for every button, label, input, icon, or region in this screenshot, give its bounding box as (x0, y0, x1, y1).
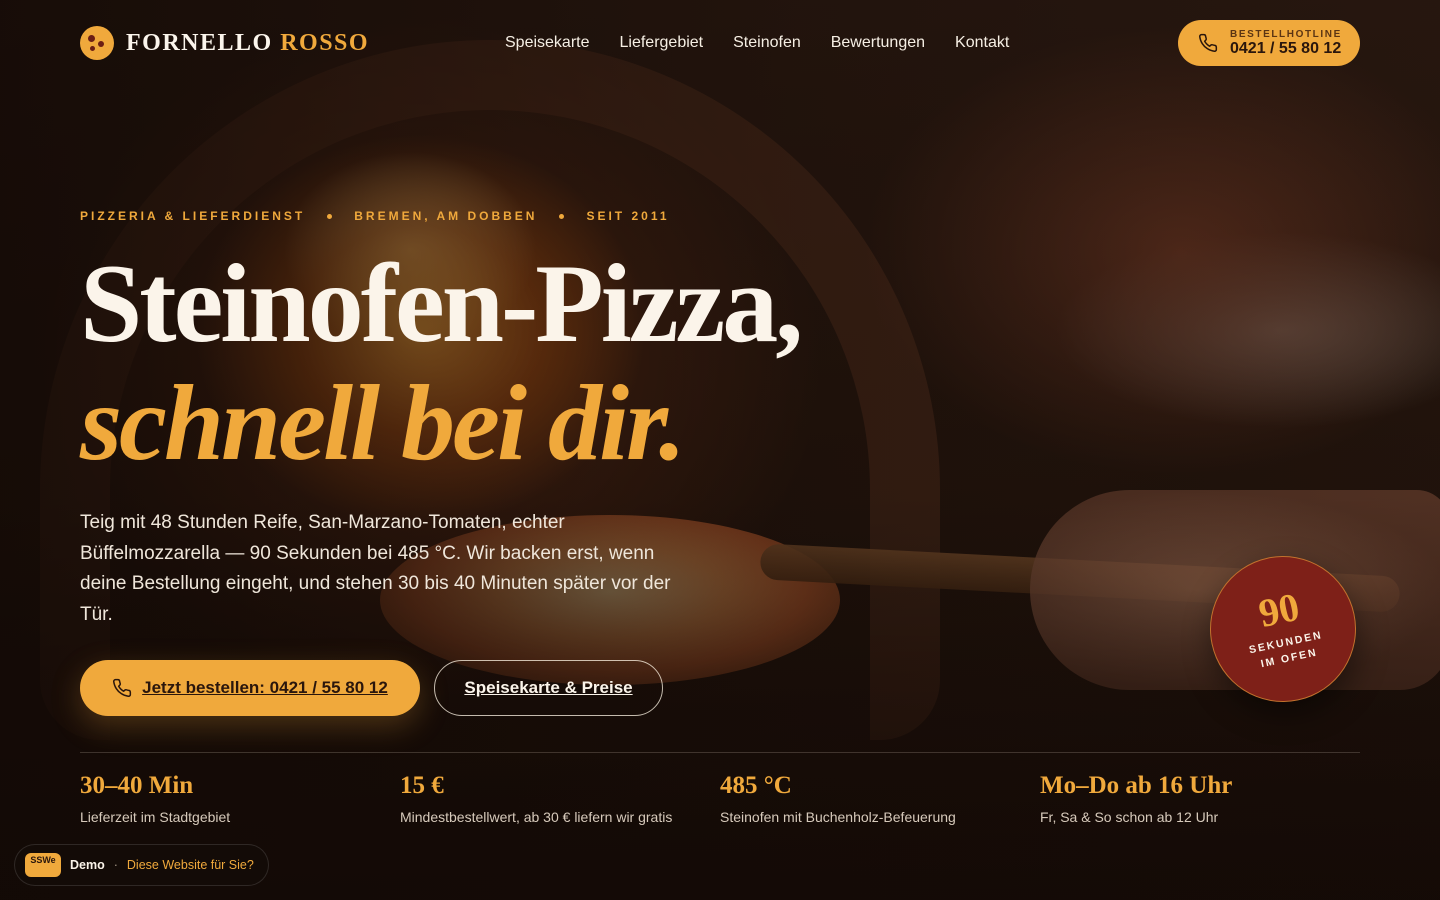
main-nav: Speisekarte Liefergebiet Steinofen Bewer… (505, 34, 1009, 52)
stats-divider (80, 752, 1360, 753)
eyebrow-item: PIZZERIA & LIEFERDIENST (80, 209, 306, 223)
stat-value: 485 °C (720, 772, 792, 799)
hotline-button[interactable]: BESTELLHOTLINE 0421 / 55 80 12 (1178, 20, 1360, 66)
stat-item: 485 °C Steinofen mit Buchenholz-Befeueru… (720, 770, 1040, 831)
nav-kontakt[interactable]: Kontakt (955, 34, 1009, 52)
logo[interactable]: FORNELLO ROSSO (80, 26, 369, 60)
demo-link[interactable]: Diese Website für Sie? (127, 858, 254, 872)
nav-steinofen[interactable]: Steinofen (733, 34, 801, 52)
stats-row: 30–40 Min Lieferzeit im Stadtgebiet 15 €… (80, 770, 1360, 831)
stat-item: Mo–Do ab 16 Uhr Fr, Sa & So schon ab 12 … (1040, 770, 1360, 831)
hero-lead: Teig mit 48 Stunden Reife, San-Marzano-T… (80, 512, 671, 625)
order-now-label: Jetzt bestellen: 0421 / 55 80 12 (142, 678, 388, 697)
phone-icon (113, 678, 132, 697)
site-header: FORNELLO ROSSO Speisekarte Liefergebiet … (80, 20, 1360, 66)
brand-name-part2: ROSSO (280, 29, 370, 56)
menu-prices-button[interactable]: Speisekarte & Preise (434, 660, 663, 716)
hotline-number: 0421 / 55 80 12 (1230, 39, 1342, 57)
eyebrow-dot (559, 213, 565, 219)
hotline-caption: BESTELLHOTLINE (1230, 28, 1342, 40)
demo-bar[interactable]: SSWe Demo · Diese Website für Sie? (14, 844, 269, 886)
hero-title-line1: Steinofen-Pizza, (80, 242, 803, 366)
eyebrow-dot (327, 213, 333, 219)
demo-label: Demo (70, 858, 105, 872)
badge-text: SEKUNDEN IM OFEN (1248, 628, 1328, 674)
nav-bewertungen[interactable]: Bewertungen (831, 34, 925, 52)
phone-icon (1199, 33, 1218, 52)
eyebrow-item: SEIT 2011 (586, 209, 670, 223)
stat-value: 30–40 Min (80, 772, 194, 799)
stat-value: Mo–Do ab 16 Uhr (1040, 772, 1233, 799)
stat-item: 30–40 Min Lieferzeit im Stadtgebiet (80, 770, 400, 831)
hero-eyebrow: PIZZERIA & LIEFERDIENST BREMEN, AM DOBBE… (80, 209, 670, 223)
pizza-logo-icon (80, 26, 114, 60)
stat-value: 15 € (400, 772, 444, 799)
hero-title-line2: schnell bei dir. (80, 364, 686, 483)
stat-label: Steinofen mit Buchenholz-Befeuerung (720, 809, 956, 825)
stat-label: Lieferzeit im Stadtgebiet (80, 809, 231, 825)
badge-number: 90 (1254, 584, 1304, 637)
nav-liefergebiet[interactable]: Liefergebiet (620, 34, 704, 52)
brand-name-part1: FORNELLO (126, 29, 273, 56)
eyebrow-item: BREMEN, AM DOBBEN (354, 209, 538, 223)
stat-label: Fr, Sa & So schon ab 12 Uhr (1040, 809, 1219, 825)
brand-name: FORNELLO ROSSO (126, 30, 369, 57)
stat-label: Mindestbestellwert, ab 30 € liefern wir … (400, 809, 673, 825)
nav-speisekarte[interactable]: Speisekarte (505, 34, 590, 52)
demo-tag: SSWe (25, 853, 61, 877)
demo-separator: · (113, 858, 118, 872)
order-now-button[interactable]: Jetzt bestellen: 0421 / 55 80 12 (80, 660, 420, 716)
stat-item: 15 € Mindestbestellwert, ab 30 € liefern… (400, 770, 720, 831)
